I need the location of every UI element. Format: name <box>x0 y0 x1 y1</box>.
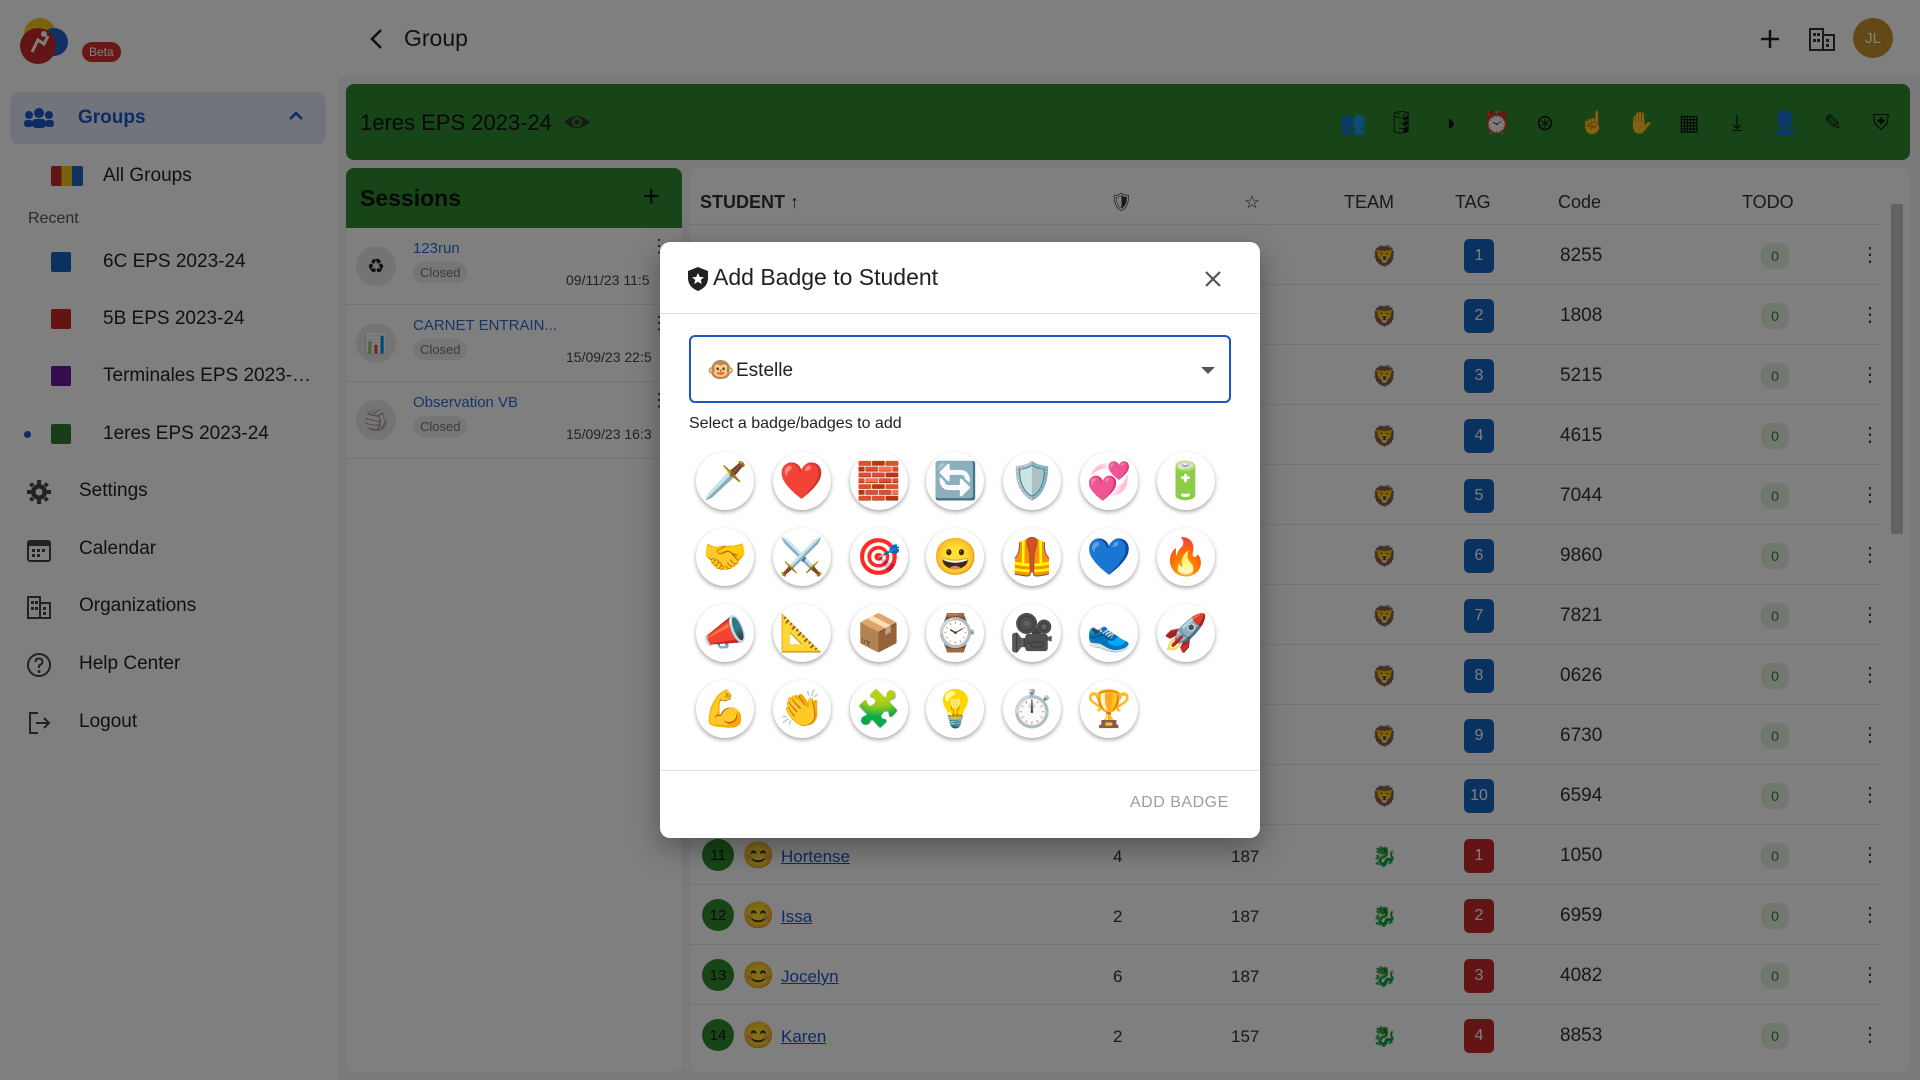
badge-shield-icon <box>688 267 708 291</box>
clap-icon[interactable]: 👏 <box>772 680 831 738</box>
dialog-header: Add Badge to Student <box>660 242 1260 314</box>
bulb-icon[interactable]: 💡 <box>926 680 985 738</box>
smile-icon[interactable]: 😀 <box>926 528 985 586</box>
trophy-icon[interactable]: 🏆 <box>1080 680 1138 738</box>
armor-icon[interactable]: 🦺 <box>1003 528 1062 586</box>
heart-pair-icon[interactable]: 💞 <box>1080 452 1138 510</box>
watch-icon[interactable]: ⌚ <box>926 604 985 662</box>
student-select[interactable]: 🐵 Estelle <box>689 335 1231 403</box>
shield-icon[interactable]: 🛡️ <box>1003 452 1062 510</box>
target-icon[interactable]: 🎯 <box>849 528 908 586</box>
sneaker-icon[interactable]: 👟 <box>1080 604 1138 662</box>
student-avatar-icon: 🐵 <box>707 357 735 382</box>
crossed-swords-icon[interactable]: ⚔️ <box>772 528 831 586</box>
box-icon[interactable]: 📦 <box>849 604 908 662</box>
add-badge-dialog: Add Badge to Student 🐵 Estelle Select a … <box>660 242 1260 838</box>
dialog-divider <box>660 770 1260 771</box>
puzzle-icon[interactable]: 🧩 <box>849 680 908 738</box>
fire-icon[interactable]: 🔥 <box>1156 528 1215 586</box>
battery-icon[interactable]: 🔋 <box>1156 452 1215 510</box>
heart-icon[interactable]: ❤️ <box>772 452 831 510</box>
handshake-icon[interactable]: 🤝 <box>696 528 754 586</box>
refresh-icon[interactable]: 🔄 <box>926 452 985 510</box>
camera-icon[interactable]: 🎥 <box>1003 604 1062 662</box>
add-badge-button[interactable]: ADD BADGE <box>1130 794 1229 812</box>
badge-select-label: Select a badge/badges to add <box>689 415 902 432</box>
student-select-value: Estelle <box>736 360 794 381</box>
triangle-ruler-icon[interactable]: 📐 <box>772 604 831 662</box>
close-icon[interactable] <box>1198 264 1228 294</box>
brick-icon[interactable]: 🧱 <box>849 452 908 510</box>
dagger-icon[interactable]: 🗡️ <box>696 452 754 510</box>
dialog-title: Add Badge to Student <box>713 264 939 290</box>
dropdown-arrow-icon[interactable] <box>1201 367 1215 374</box>
muscle-icon[interactable]: 💪 <box>696 680 754 738</box>
megaphone-icon[interactable]: 📣 <box>696 604 754 662</box>
rocket-icon[interactable]: 🚀 <box>1156 604 1215 662</box>
blue-heart-icon[interactable]: 💙 <box>1080 528 1138 586</box>
stopwatch-icon[interactable]: ⏱️ <box>1003 680 1062 738</box>
